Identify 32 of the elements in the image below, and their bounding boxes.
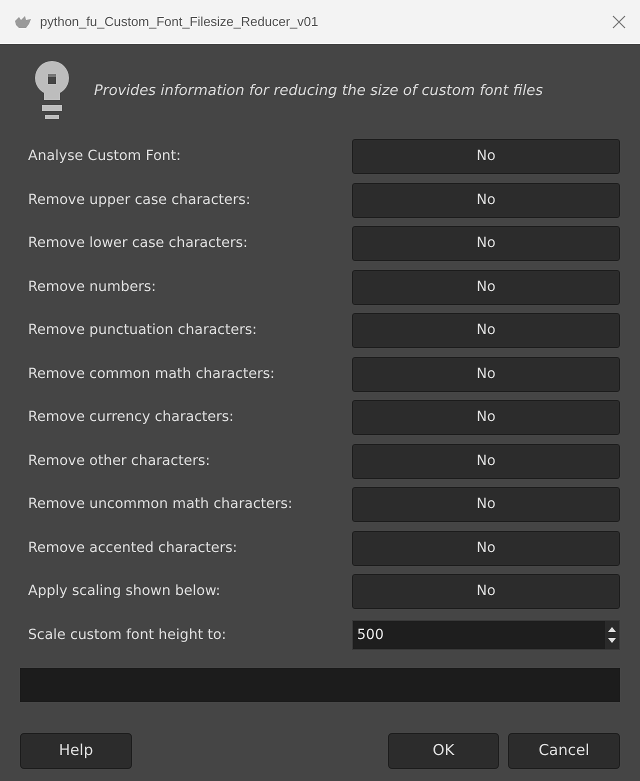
field-label: Remove numbers: <box>28 278 156 296</box>
window-title: python_fu_Custom_Font_Filesize_Reducer_v01 <box>40 13 320 32</box>
cancel-button[interactable]: Cancel <box>508 732 620 768</box>
toggle-button[interactable]: No <box>352 487 620 522</box>
toggle-button[interactable]: No <box>352 530 620 566</box>
field-label: Remove punctuation characters: <box>28 321 257 340</box>
toggle-button[interactable]: No <box>352 270 620 304</box>
field-label: Apply scaling shown below: <box>28 582 220 601</box>
toggle-button[interactable]: No <box>352 356 620 392</box>
field-label: Remove common math characters: <box>28 364 275 384</box>
toggle-button[interactable]: No <box>352 313 620 348</box>
field-label: Remove lower case characters: <box>28 234 248 253</box>
number-input[interactable]: 500 <box>353 624 553 646</box>
field-label: Remove uncommon math characters: <box>28 495 293 514</box>
field-label: Analyse Custom Font: <box>28 147 181 166</box>
field-label: Remove other characters: <box>28 452 210 470</box>
help-button[interactable]: Help <box>20 732 132 768</box>
field-label: Remove accented characters: <box>28 538 238 558</box>
toggle-button[interactable]: No <box>352 182 620 218</box>
description-text: Provides information for reducing the size of custom font files <box>94 82 543 101</box>
ok-button[interactable]: OK <box>388 732 499 768</box>
toggle-button[interactable]: No <box>352 444 620 478</box>
spin-field[interactable]: 500 <box>352 620 620 650</box>
toggle-button[interactable]: No <box>352 226 620 261</box>
spin-arrows-icon[interactable] <box>605 621 619 649</box>
field-label: Remove upper case characters: <box>28 190 250 210</box>
toggle-button[interactable]: No <box>352 574 620 609</box>
field-label: Remove currency characters: <box>28 408 234 427</box>
close-icon[interactable] <box>612 15 626 29</box>
field-label: Scale custom font height to: <box>28 626 226 644</box>
toggle-button[interactable]: No <box>352 139 620 174</box>
toggle-button[interactable]: No <box>352 400 620 435</box>
